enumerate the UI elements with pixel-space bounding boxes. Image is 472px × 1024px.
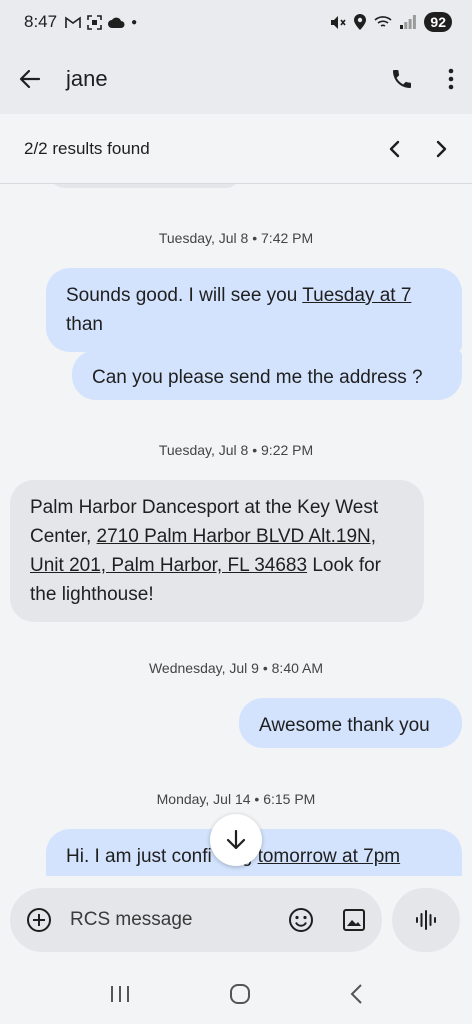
wifi-icon bbox=[374, 16, 392, 27]
contact-name[interactable]: jane bbox=[66, 66, 108, 92]
home-icon[interactable] bbox=[229, 983, 251, 1005]
message-thread[interactable]: Tuesday, Jul 8 • 7:42 PM Sounds good. I … bbox=[0, 184, 472, 876]
message-composer: RCS message bbox=[0, 876, 472, 964]
message-input-field[interactable]: RCS message bbox=[10, 888, 382, 952]
message-timestamp: Wednesday, Jul 9 • 8:40 AM bbox=[148, 660, 324, 676]
composer-icons bbox=[288, 907, 366, 933]
system-navigation-bar bbox=[0, 964, 472, 1024]
previous-result-chevron-icon[interactable] bbox=[388, 140, 400, 158]
back-nav-icon[interactable] bbox=[349, 983, 363, 1005]
status-right: 92 bbox=[330, 12, 452, 32]
date-link[interactable]: Tuesday at 7 bbox=[302, 285, 411, 306]
status-notification-icons: ● bbox=[65, 14, 138, 30]
add-attachment-icon[interactable] bbox=[26, 907, 52, 933]
emoji-icon[interactable] bbox=[288, 907, 314, 933]
search-results-count: 2/2 results found bbox=[24, 138, 150, 158]
gmail-icon bbox=[65, 15, 81, 28]
message-timestamp: Monday, Jul 14 • 6:15 PM bbox=[156, 791, 316, 807]
battery-indicator: 92 bbox=[424, 12, 452, 32]
cloud-icon bbox=[108, 17, 125, 28]
message-timestamp: Tuesday, Jul 8 • 9:22 PM bbox=[158, 442, 314, 458]
location-icon bbox=[354, 14, 367, 30]
partial-message-bubble bbox=[50, 184, 240, 188]
status-time: 8:47 bbox=[24, 12, 58, 31]
status-left: 8:47 ● bbox=[24, 12, 137, 32]
scroll-to-bottom-button[interactable] bbox=[210, 814, 262, 866]
search-results-bar: 2/2 results found bbox=[0, 114, 472, 184]
voice-waveform-icon bbox=[416, 910, 436, 930]
signal-icon bbox=[400, 15, 417, 29]
more-options-icon[interactable] bbox=[448, 68, 454, 90]
back-arrow-icon[interactable] bbox=[18, 67, 42, 91]
message-text: Can you please send me the address ? bbox=[92, 367, 423, 388]
outgoing-message-bubble[interactable]: Sounds good. I will see you Tuesday at 7… bbox=[46, 268, 462, 352]
arrow-down-icon bbox=[226, 829, 246, 850]
voice-message-button[interactable] bbox=[392, 888, 460, 952]
mute-icon bbox=[331, 15, 347, 29]
message-text: than bbox=[66, 314, 103, 335]
outgoing-message-bubble[interactable]: Can you please send me the address ? bbox=[72, 350, 462, 400]
message-text: Hi. I am just confi bbox=[66, 846, 212, 867]
screenshot-icon bbox=[87, 14, 102, 30]
app-bar-actions bbox=[390, 67, 454, 91]
outgoing-message-bubble[interactable]: Awesome thank you bbox=[239, 698, 462, 748]
message-input-placeholder[interactable]: RCS message bbox=[70, 909, 193, 931]
incoming-message-bubble[interactable]: Palm Harbor Dancesport at the Key West C… bbox=[10, 480, 424, 622]
dot-icon: ● bbox=[131, 16, 138, 28]
status-bar: 8:47 ● 92 bbox=[0, 0, 472, 44]
phone-call-icon[interactable] bbox=[390, 67, 414, 91]
recent-apps-icon[interactable] bbox=[109, 985, 131, 1003]
search-result-navigation bbox=[388, 140, 448, 158]
next-result-chevron-icon[interactable] bbox=[436, 140, 448, 158]
message-text: Sounds good. I will see you bbox=[66, 285, 303, 306]
time-link[interactable]: tomorrow at 7pm bbox=[258, 846, 401, 867]
app-bar: jane bbox=[0, 44, 472, 114]
message-text: Awesome thank you bbox=[259, 715, 430, 736]
message-timestamp: Tuesday, Jul 8 • 7:42 PM bbox=[158, 230, 314, 246]
gallery-icon[interactable] bbox=[342, 908, 366, 932]
